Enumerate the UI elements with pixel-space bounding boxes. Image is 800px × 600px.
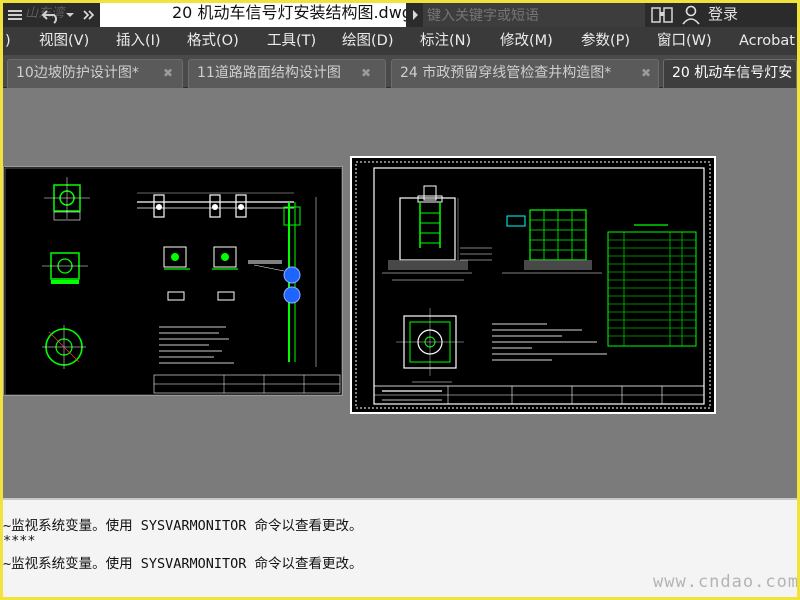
tab-label: 10边坡防护设计图* bbox=[16, 65, 139, 81]
undo-icon[interactable] bbox=[41, 3, 61, 27]
tab-label: 24 市政预留穿线管检查井构造图* bbox=[400, 65, 612, 81]
menu-item-acrobat[interactable]: Acrobat bbox=[739, 27, 795, 55]
autocad-window: 山东湾 20 机动车信号灯安装结构图.dwg 登录 ) 视图(V) 插入(I) … bbox=[3, 3, 797, 597]
command-history-line: **** bbox=[3, 533, 36, 549]
menu-item-dimension[interactable]: 标注(N) bbox=[420, 27, 471, 55]
drawing-canvas[interactable] bbox=[3, 88, 797, 498]
drawing-foundation bbox=[352, 158, 714, 412]
menu-item-window[interactable]: 窗口(W) bbox=[657, 27, 712, 55]
site-watermark: www.cndao.com bbox=[653, 572, 797, 592]
command-history-line: ~监视系统变量。使用 SYSVARMONITOR 命令以查看更改。 bbox=[3, 518, 363, 534]
binoculars-icon[interactable] bbox=[651, 6, 673, 24]
drawing-signal-pole bbox=[4, 167, 343, 396]
tab-municipal-duct[interactable]: 24 市政预留穿线管检查井构造图* bbox=[391, 59, 659, 88]
close-icon[interactable]: ✖ bbox=[161, 66, 175, 80]
menu-item-insert[interactable]: 插入(I) bbox=[116, 27, 161, 55]
menu-item-modify[interactable]: 修改(M) bbox=[500, 27, 553, 55]
tab-label: 20 机动车信号灯安 bbox=[672, 65, 793, 81]
expand-toolbar-icon[interactable] bbox=[82, 3, 96, 27]
menu-bar: ) 视图(V) 插入(I) 格式(O) 工具(T) 绘图(D) 标注(N) 修改… bbox=[3, 27, 797, 55]
command-line-history[interactable]: ~监视系统变量。使用 SYSVARMONITOR 命令以查看更改。 **** ~… bbox=[3, 498, 797, 597]
tab-traffic-signal[interactable]: 20 机动车信号灯安 bbox=[663, 59, 797, 88]
file-tab-strip: 10边坡防护设计图* ✖ 11道路路面结构设计图 ✖ 24 市政预留穿线管检查井… bbox=[3, 55, 797, 88]
close-icon[interactable]: ✖ bbox=[639, 66, 653, 80]
app-menu-icon[interactable] bbox=[7, 3, 23, 27]
search-expand-icon[interactable] bbox=[407, 3, 423, 27]
menu-item-tools[interactable]: 工具(T) bbox=[267, 27, 316, 55]
title-bar: 山东湾 20 机动车信号灯安装结构图.dwg 登录 bbox=[3, 3, 797, 27]
user-icon[interactable] bbox=[681, 5, 701, 25]
menu-item-parameter[interactable]: 参数(P) bbox=[581, 27, 630, 55]
layout-sheet-foundation[interactable] bbox=[350, 156, 716, 414]
menu-item-draw[interactable]: 绘图(D) bbox=[342, 27, 393, 55]
close-icon[interactable]: ✖ bbox=[359, 66, 373, 80]
tab-slope-protection[interactable]: 10边坡防护设计图* bbox=[7, 59, 183, 88]
dropdown-arrow-icon[interactable] bbox=[65, 3, 75, 27]
document-title: 20 机动车信号灯安装结构图.dwg bbox=[100, 3, 406, 27]
menu-item-format[interactable]: 格式(O) bbox=[187, 27, 239, 55]
menu-item-view[interactable]: 视图(V) bbox=[39, 27, 89, 55]
layout-sheet-signal-pole[interactable] bbox=[3, 166, 343, 396]
menu-item-prev[interactable]: ) bbox=[5, 27, 11, 55]
login-link[interactable]: 登录 bbox=[708, 3, 738, 25]
command-history-line: ~监视系统变量。使用 SYSVARMONITOR 命令以查看更改。 bbox=[3, 556, 363, 572]
search-input[interactable] bbox=[423, 3, 645, 27]
tab-label: 11道路路面结构设计图 bbox=[197, 65, 341, 81]
tab-road-pavement[interactable]: 11道路路面结构设计图 bbox=[188, 59, 386, 88]
